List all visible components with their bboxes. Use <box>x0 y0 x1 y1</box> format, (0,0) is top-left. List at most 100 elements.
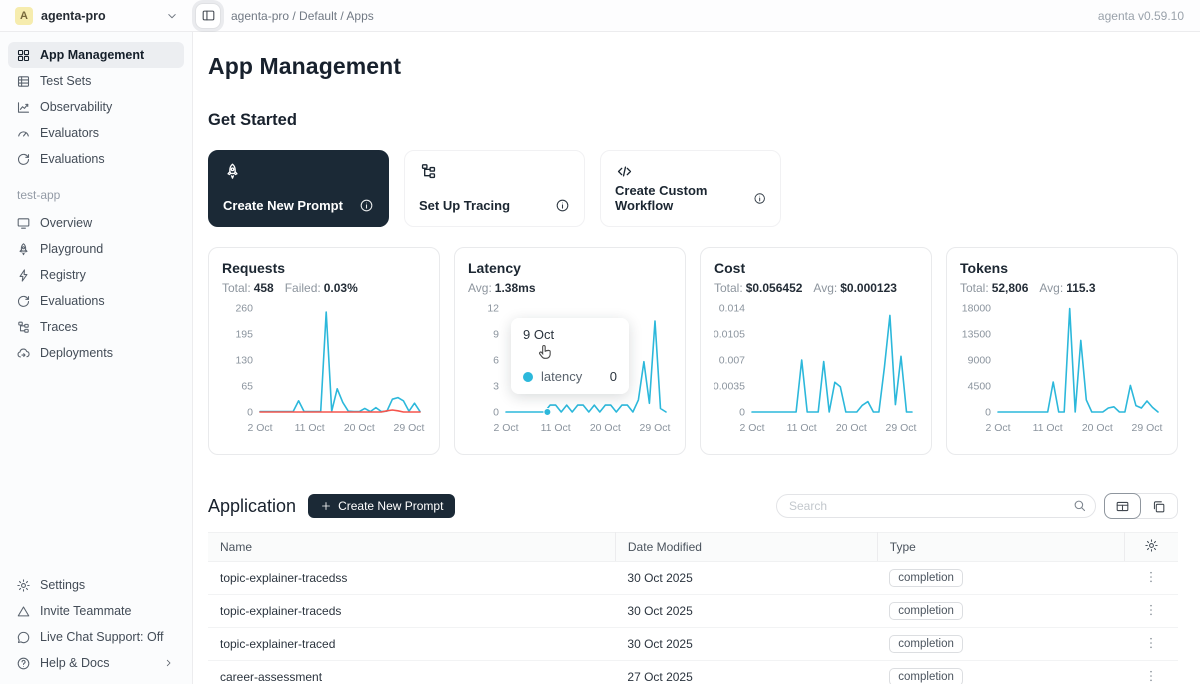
info-icon[interactable] <box>555 198 570 213</box>
svg-text:65: 65 <box>241 381 253 393</box>
arrows-clockwise-icon <box>16 152 31 167</box>
svg-text:0: 0 <box>493 407 499 419</box>
get-started-title: Get Started <box>208 111 1178 130</box>
svg-text:20 Oct: 20 Oct <box>344 422 375 434</box>
page-title: App Management <box>208 53 1178 80</box>
column-header-name: Name <box>208 533 615 562</box>
sidebar-collapse-button[interactable] <box>195 3 221 29</box>
chart-title: Tokens <box>960 260 1164 276</box>
row-menu-icon[interactable] <box>1143 668 1159 684</box>
chart-stats: Total:52,806Avg:115.3 <box>960 281 1164 295</box>
sidebar-item-invite-teammate[interactable]: Invite Teammate <box>8 598 184 624</box>
chart-stats: Total:$0.056452Avg:$0.000123 <box>714 281 918 295</box>
triangle-icon <box>16 604 31 619</box>
svg-text:2 Oct: 2 Oct <box>493 422 518 434</box>
sidebar-project-label: test-app <box>17 188 184 202</box>
code-icon <box>615 162 634 181</box>
applications-table: NameDate ModifiedType topic-explainer-tr… <box>208 532 1178 684</box>
column-header-date-modified: Date Modified <box>615 533 877 562</box>
chart-tooltip: 9 Oct latency 0 <box>511 318 629 394</box>
sidebar-item-traces[interactable]: Traces <box>8 314 184 340</box>
app-version: agenta v0.59.10 <box>1098 9 1200 23</box>
sidebar-item-deployments[interactable]: Deployments <box>8 340 184 366</box>
sidebar-item-live-chat-support-off[interactable]: Live Chat Support: Off <box>8 624 184 650</box>
lightning-icon <box>16 268 31 283</box>
tooltip-value: 0 <box>610 369 617 384</box>
chart-title: Latency <box>468 260 672 276</box>
sidebar-item-playground[interactable]: Playground <box>8 236 184 262</box>
workspace-selector[interactable]: A agenta-pro <box>0 7 193 25</box>
sidebar-item-observability[interactable]: Observability <box>8 94 184 120</box>
rocket-icon <box>16 242 31 257</box>
date-modified-cell: 30 Oct 2025 <box>615 628 877 661</box>
svg-text:2 Oct: 2 Oct <box>985 422 1010 434</box>
type-badge: completion <box>889 602 963 620</box>
type-badge: completion <box>889 668 963 684</box>
cursor-hand-icon <box>535 343 555 363</box>
cloud-icon <box>16 346 31 361</box>
svg-text:20 Oct: 20 Oct <box>590 422 621 434</box>
card-view-button[interactable] <box>1140 494 1177 518</box>
sidebar-item-evaluations[interactable]: Evaluations <box>8 288 184 314</box>
sidebar-main-nav: App ManagementTest SetsObservabilityEval… <box>8 42 184 172</box>
chart-card-latency: LatencyAvg:1.38ms1296302 Oct11 Oct20 Oct… <box>454 247 686 455</box>
svg-text:2 Oct: 2 Oct <box>247 422 272 434</box>
row-menu-icon[interactable] <box>1143 635 1159 651</box>
table-settings-gear-icon[interactable] <box>1144 538 1159 553</box>
sidebar-item-evaluators[interactable]: Evaluators <box>8 120 184 146</box>
breadcrumb[interactable]: agenta-pro / Default / Apps <box>231 9 374 23</box>
create-new-prompt-button[interactable]: Create New Prompt <box>308 494 455 518</box>
get-started-card-set-up-tracing[interactable]: Set Up Tracing <box>404 150 585 227</box>
table-row[interactable]: topic-explainer-traceds30 Oct 2025comple… <box>208 595 1178 628</box>
svg-text:29 Oct: 29 Oct <box>639 422 670 434</box>
svg-text:13500: 13500 <box>962 329 991 341</box>
svg-text:0.0105: 0.0105 <box>714 329 745 341</box>
svg-text:0.0035: 0.0035 <box>714 381 745 393</box>
sidebar-project-nav: OverviewPlaygroundRegistryEvaluationsTra… <box>8 210 184 366</box>
get-started-card-create-custom-workflow[interactable]: Create Custom Workflow <box>600 150 781 227</box>
svg-text:2 Oct: 2 Oct <box>739 422 764 434</box>
svg-text:20 Oct: 20 Oct <box>1082 422 1113 434</box>
table-row[interactable]: topic-explainer-tracedss30 Oct 2025compl… <box>208 562 1178 595</box>
tree-structure-icon <box>16 320 31 335</box>
table-row[interactable]: topic-explainer-traced30 Oct 2025 complet… <box>208 628 1178 661</box>
svg-text:0: 0 <box>985 407 991 419</box>
column-header-type: Type <box>877 533 1124 562</box>
svg-text:29 Oct: 29 Oct <box>1131 422 1162 434</box>
sidebar-item-evaluations[interactable]: Evaluations <box>8 146 184 172</box>
row-menu-icon[interactable] <box>1143 602 1159 618</box>
info-icon[interactable] <box>359 198 374 213</box>
row-menu-icon[interactable] <box>1143 569 1159 585</box>
grid-icon <box>16 48 31 63</box>
search-input[interactable] <box>776 494 1096 518</box>
chevron-right-icon <box>161 657 176 669</box>
svg-text:6: 6 <box>493 355 499 367</box>
sidebar-item-registry[interactable]: Registry <box>8 262 184 288</box>
tooltip-date: 9 Oct <box>523 327 617 342</box>
table-view-button[interactable] <box>1104 493 1141 519</box>
sidebar-item-help-docs[interactable]: Help & Docs <box>8 650 184 676</box>
metrics-charts: RequestsTotal:458Failed:0.03%26019513065… <box>208 247 1178 455</box>
svg-text:3: 3 <box>493 381 499 393</box>
sidebar-item-settings[interactable]: Settings <box>8 572 184 598</box>
chart-card-requests: RequestsTotal:458Failed:0.03%26019513065… <box>208 247 440 455</box>
get-started-card-create-new-prompt[interactable]: Create New Prompt <box>208 150 389 227</box>
info-icon[interactable] <box>753 191 766 206</box>
search-icon[interactable] <box>1072 498 1087 513</box>
table-row[interactable]: career-assessment27 Oct 2025completion <box>208 661 1178 684</box>
chart-title: Cost <box>714 260 918 276</box>
sidebar-item-test-sets[interactable]: Test Sets <box>8 68 184 94</box>
app-name-cell: topic-explainer-traceds <box>208 595 615 628</box>
chat-icon <box>16 630 31 645</box>
sidebar-item-overview[interactable]: Overview <box>8 210 184 236</box>
app-name-cell: topic-explainer-traced <box>208 628 615 661</box>
type-badge: completion <box>889 635 963 653</box>
monitor-icon <box>16 216 31 231</box>
svg-text:12: 12 <box>487 303 499 315</box>
svg-text:0: 0 <box>739 407 745 419</box>
svg-text:0.014: 0.014 <box>719 303 745 315</box>
tooltip-series: latency <box>541 369 582 384</box>
svg-text:29 Oct: 29 Oct <box>393 422 424 434</box>
sidebar-item-app-management[interactable]: App Management <box>8 42 184 68</box>
get-started-cards: Create New PromptSet Up TracingCreate Cu… <box>208 150 1178 227</box>
